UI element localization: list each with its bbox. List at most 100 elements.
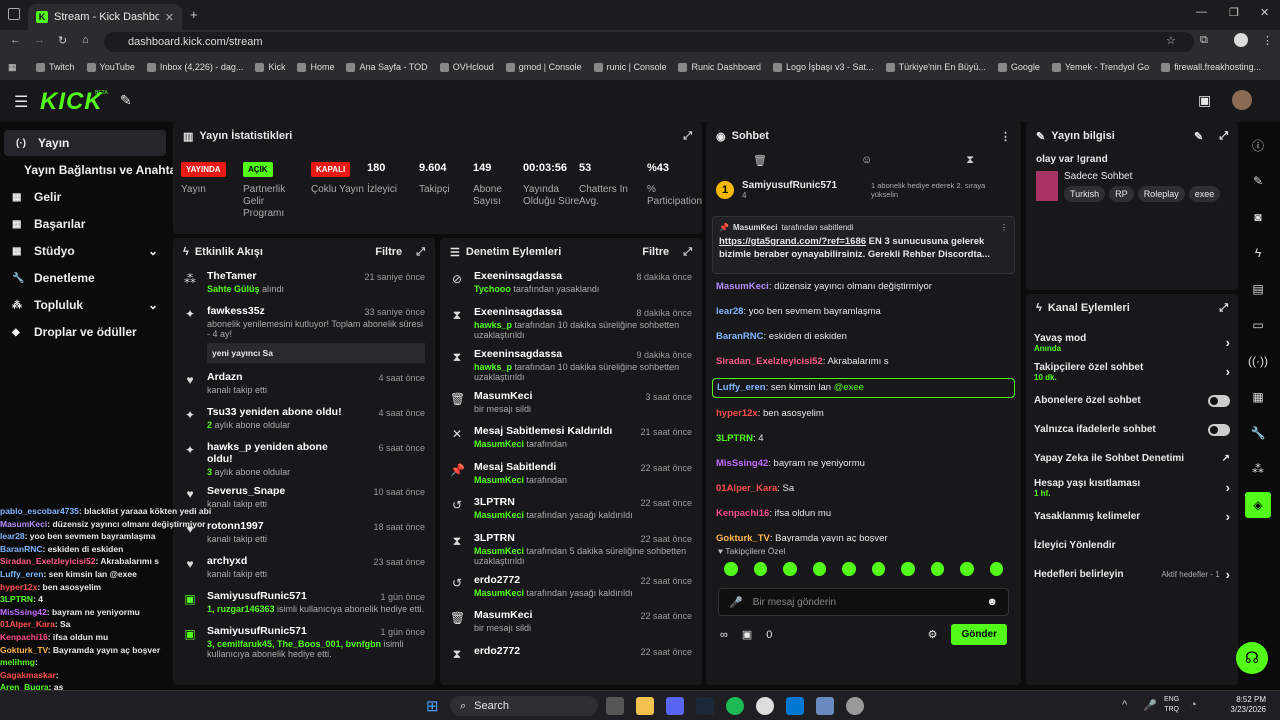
chat-message[interactable]: lear28: yoo ben sevmem bayramlaşma: [706, 303, 1021, 321]
browser-tab[interactable]: K Stream - Kick Dashboard ✕: [28, 4, 182, 30]
chat-username[interactable]: lear28: [716, 306, 743, 317]
bookmark-item[interactable]: Türkiye'nin En Büyü...: [885, 62, 986, 72]
stream-tag[interactable]: Turkish: [1064, 186, 1106, 202]
pinned-message[interactable]: 📌 MasumKeci tarafından sabitlendi ⋮ https:/…: [712, 216, 1015, 274]
window-close-icon[interactable]: ✕: [1260, 6, 1269, 19]
nav-item[interactable]: ▦ Başarılar: [0, 211, 170, 237]
emoji-picker-icon[interactable]: ☻: [986, 596, 998, 608]
chat-settings-icon[interactable]: ⚙: [928, 628, 938, 641]
chat-input[interactable]: 🎤 Bir mesaj gönderin ☻: [718, 588, 1009, 616]
minimize-icon[interactable]: —: [1196, 6, 1207, 18]
channel-action[interactable]: İzleyici Yönlendir: [1026, 531, 1238, 560]
task-view-icon[interactable]: [606, 697, 624, 715]
app-icon[interactable]: ◈: [1245, 492, 1271, 518]
channel-action[interactable]: Abonelere özel sohbet: [1026, 386, 1238, 415]
chat-username[interactable]: Luffy_eren: [717, 382, 766, 393]
chat-message[interactable]: hyper12x: ben asosyelim: [706, 405, 1021, 423]
modlog-filter-button[interactable]: Filtre: [642, 246, 669, 258]
emote-icon[interactable]: [724, 562, 738, 576]
emote-icon[interactable]: [812, 562, 826, 576]
steam-icon[interactable]: [696, 697, 714, 715]
chevron-right-icon[interactable]: ›: [1226, 480, 1230, 495]
wifi-icon[interactable]: ◔: [1190, 699, 1197, 711]
nav-item[interactable]: ▦ Gelir: [0, 184, 170, 210]
channel-action[interactable]: Hedefleri belirleyin Aktif hedefler - 1 ›: [1026, 560, 1238, 589]
channel-action[interactable]: Yavaş mod Anında ›: [1026, 328, 1238, 357]
bookmark-item[interactable]: Kick: [255, 62, 285, 72]
nav-item[interactable]: 🔧 Denetleme: [0, 265, 170, 291]
chat-message[interactable]: MasumKeci: düzensiz yayıncı olmanı değiş…: [706, 278, 1021, 296]
apps-grid-icon[interactable]: ▦: [8, 62, 17, 73]
taskbar-search[interactable]: ⌕ Search: [450, 696, 598, 716]
category-name[interactable]: Sadece Sohbet: [1064, 171, 1220, 182]
info-icon[interactable]: ⓘ: [1245, 132, 1271, 158]
send-button[interactable]: Gönder: [951, 624, 1007, 645]
channel-action[interactable]: Takipçilere özel sohbet 10 dk. ›: [1026, 357, 1238, 386]
lightning-icon[interactable]: ϟ: [1245, 240, 1271, 266]
emote-icon[interactable]: [930, 562, 944, 576]
windows-start-icon[interactable]: ⊞: [426, 697, 439, 715]
stream-tag[interactable]: exee: [1188, 186, 1221, 202]
vscode-icon[interactable]: [786, 697, 804, 715]
chat-message[interactable]: 3LPTRN: 4: [706, 430, 1021, 448]
chat-username[interactable]: 01Alper_Kara: [716, 483, 777, 494]
profile-icon[interactable]: [1234, 33, 1248, 47]
new-tab-icon[interactable]: +: [190, 7, 198, 22]
stream-tag[interactable]: Roleplay: [1137, 186, 1185, 202]
chat-username[interactable]: MisSsing42: [716, 458, 768, 469]
chat-username[interactable]: BaranRNC: [716, 331, 764, 342]
bookmark-star-icon[interactable]: ☆: [1166, 34, 1176, 47]
popout-icon[interactable]: ⤢: [1219, 302, 1228, 315]
app-g-icon[interactable]: [816, 697, 834, 715]
chat-username[interactable]: Gokturk_TV: [716, 533, 770, 542]
chat-message[interactable]: BaranRNC: eskiden di eskiden: [706, 328, 1021, 346]
chat-message[interactable]: MisSsing42: bayram ne yeniyormu: [706, 455, 1021, 473]
camera-icon[interactable]: ◙: [1245, 204, 1271, 230]
theater-mode-icon[interactable]: ▣: [1198, 92, 1211, 109]
chat-username[interactable]: 3LPTRN: [716, 433, 753, 444]
popout-icon[interactable]: ⤢: [683, 130, 692, 143]
file-explorer-icon[interactable]: [636, 697, 654, 715]
nav-item[interactable]: Yayın Bağlantısı ve Anahtarı: [0, 157, 184, 183]
emote-icon[interactable]: ☺: [861, 154, 872, 166]
discord-icon[interactable]: [666, 697, 684, 715]
popout-icon[interactable]: ⤢: [1219, 130, 1228, 143]
stream-tag[interactable]: RP: [1109, 186, 1134, 202]
chevron-right-icon[interactable]: ›: [1226, 509, 1230, 524]
trash-icon[interactable]: 🗑: [753, 154, 767, 167]
chat-message[interactable]: Kenpachi16: ifsa oldun mu: [706, 505, 1021, 523]
emote-icon[interactable]: [842, 562, 856, 576]
channel-action[interactable]: Yasaklanmış kelimeler ›: [1026, 502, 1238, 531]
chevron-down-icon[interactable]: ⌄: [148, 244, 158, 258]
avatar[interactable]: [1232, 90, 1252, 110]
bookmark-item[interactable]: Yemek - Trendyol Go: [1051, 62, 1149, 72]
bookmark-item[interactable]: Twitch: [36, 62, 75, 72]
bookmark-item[interactable]: Logo İşbaşı v3 - Sat...: [773, 62, 874, 72]
users-icon[interactable]: ⁂: [1245, 456, 1271, 482]
spotify-icon[interactable]: [726, 697, 744, 715]
wrench-icon[interactable]: 🔧: [1245, 420, 1271, 446]
activity-filter-button[interactable]: Filtre: [375, 246, 402, 258]
app-misc-icon[interactable]: [846, 697, 864, 715]
back-icon[interactable]: ←: [10, 34, 21, 46]
nav-item[interactable]: ▦ Stüdyo ⌄: [0, 238, 170, 264]
chat-username[interactable]: Kenpachi16: [716, 508, 769, 519]
toggle-switch[interactable]: [1208, 423, 1230, 436]
maximize-icon[interactable]: ❐: [1229, 6, 1239, 19]
nav-item[interactable]: ◆ Droplar ve ödüller: [0, 319, 170, 345]
chat-username[interactable]: Siradan_Exelzleyicisi52: [716, 356, 823, 367]
extensions-icon[interactable]: ⧉: [1200, 34, 1208, 47]
close-tab-icon[interactable]: ✕: [165, 11, 174, 24]
external-link-icon[interactable]: ↗: [1222, 453, 1230, 464]
bookmark-item[interactable]: runic | Console: [593, 62, 666, 72]
pinned-menu-icon[interactable]: ⋮: [1000, 223, 1008, 232]
bookmark-item[interactable]: Runic Dashboard: [678, 62, 761, 72]
pencil-icon[interactable]: ✎: [1245, 168, 1271, 194]
chat-menu-icon[interactable]: ⋮: [1000, 130, 1011, 143]
pinned-link[interactable]: https://gta5grand.com/?ref=1686: [719, 236, 866, 247]
channel-action[interactable]: Yalnızca ifadelerle sohbet: [1026, 415, 1238, 444]
nav-item[interactable]: ⁂ Topluluk ⌄: [0, 292, 170, 318]
popout-icon[interactable]: ⤢: [683, 246, 692, 259]
emote-icon[interactable]: [989, 562, 1003, 576]
edit-icon[interactable]: ✎: [1194, 130, 1203, 143]
